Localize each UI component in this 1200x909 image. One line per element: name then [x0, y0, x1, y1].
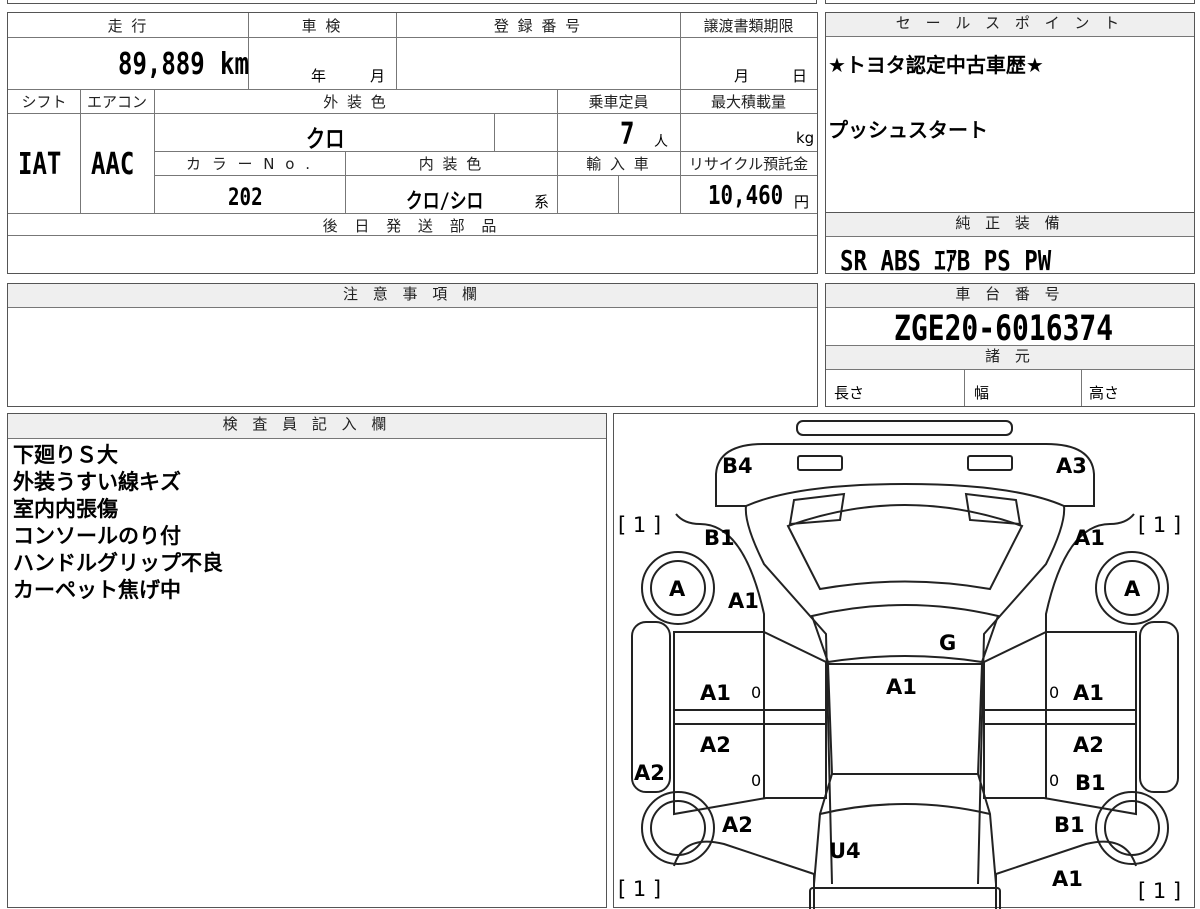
sales-points-label: セ ー ル ス ポ イ ン ト — [826, 13, 1194, 37]
mark-zero-rl: 0 — [751, 771, 761, 790]
recycle-value: 10,460 — [708, 181, 784, 211]
car-diagram-block: B4 A3 [ 1 ] [ 1 ] B1 A1 A A A1 G A1 A1 0… — [613, 413, 1195, 909]
sales-points-block: セ ー ル ス ポ イ ン ト ★トヨタ認定中古車歴★ プッシュスタート — [825, 12, 1195, 213]
equipment-value: SR ABS ｴｱB PS PW — [840, 244, 1052, 277]
inspector-line: カーペット焦げ中 — [13, 578, 181, 602]
mark-u4-rear: U4 — [829, 839, 861, 863]
chassis-number: ZGE20-6016374 — [894, 309, 1114, 349]
mark-tire-fr: [ 1 ] — [1138, 513, 1181, 537]
mark-wheel-r: A — [1124, 577, 1141, 601]
inspector-label: 検 査 員 記 入 欄 — [8, 414, 606, 439]
inspector-line: 下廻りＳ大 — [13, 443, 118, 467]
inspection-year: 年 — [311, 67, 327, 85]
mark-a1-door-fr: A1 — [1073, 681, 1104, 705]
capacity-unit: 人 — [654, 134, 668, 150]
mark-tire-rl: [ 1 ] — [618, 877, 661, 901]
capacity-label: 乗車定員 — [588, 93, 649, 111]
mileage-number: 89,889 — [118, 47, 205, 82]
mark-a1-rear-r: A1 — [1052, 867, 1083, 891]
interior-color-value: クロ/シロ — [406, 189, 484, 213]
chassis-block: 車 台 番 号 ZGE20-6016374 諸 元 長さ 幅 高さ — [825, 283, 1195, 407]
mark-b1-door-rr: B1 — [1075, 771, 1106, 795]
mark-tire-rr: [ 1 ] — [1138, 879, 1181, 903]
inspector-line: 室内内張傷 — [13, 497, 118, 521]
ac-value: AAC — [91, 147, 135, 182]
transfer-month: 月 — [734, 67, 750, 85]
capacity-value: 7 — [620, 117, 635, 152]
mark-a1-fender-r: A1 — [1074, 526, 1105, 550]
mileage-unit: km — [220, 47, 249, 82]
max-load-unit: kg — [796, 129, 815, 147]
vehicle-info-block: 走 行 車 検 登 録 番 号 譲渡書類期限 89,889 km 年 月 月 日… — [7, 12, 818, 274]
shift-label: シフト — [21, 93, 67, 111]
sales-point-line1: ★トヨタ認定中古車歴★ — [828, 53, 1044, 77]
mark-tire-fl: [ 1 ] — [618, 513, 661, 537]
mark-a1-door-fl: A1 — [700, 681, 731, 705]
mark-a2-sill-l: A2 — [634, 761, 665, 785]
equipment-block: 純 正 装 備 SR ABS ｴｱB PS PW — [825, 212, 1195, 277]
top-strip — [7, 0, 817, 4]
ac-label: エアコン — [86, 93, 147, 111]
mileage-label: 走 行 — [107, 17, 149, 35]
mark-a3: A3 — [1056, 454, 1087, 478]
interior-color-label: 内 装 色 — [418, 155, 484, 173]
car-diagram: B4 A3 [ 1 ] [ 1 ] B1 A1 A A A1 G A1 A1 0… — [618, 420, 1181, 909]
mark-a2-door-rl: A2 — [700, 733, 731, 757]
inspector-block: 検 査 員 記 入 欄 下廻りＳ大 外装うすい線キズ 室内内張傷 コンソールのり… — [7, 413, 607, 908]
mark-g-windshield: G — [939, 631, 956, 655]
mark-a1-pillar-l: A1 — [728, 589, 759, 613]
exterior-color-label: 外 装 色 — [323, 93, 388, 111]
later-parts-label: 後 日 発 送 部 品 — [322, 217, 503, 235]
import-label: 輸 入 車 — [586, 155, 651, 173]
max-load-label: 最大積載量 — [710, 93, 786, 111]
mark-zero-fl: 0 — [751, 683, 761, 702]
mark-b4: B4 — [722, 454, 753, 478]
inspection-month: 月 — [370, 67, 386, 85]
width-label: 幅 — [974, 384, 990, 402]
mark-a1-roof: A1 — [886, 675, 917, 699]
shift-value: IAT — [18, 147, 62, 182]
equipment-label: 純 正 装 備 — [826, 213, 1194, 237]
specs-label: 諸 元 — [826, 346, 1194, 370]
inspector-line: ハンドルグリップ不良 — [13, 551, 223, 575]
mark-b1-fender-l: B1 — [704, 526, 735, 550]
height-label: 高さ — [1089, 384, 1120, 402]
transfer-deadline-label: 譲渡書類期限 — [703, 17, 794, 35]
registration-label: 登 録 番 号 — [493, 17, 583, 35]
inspector-notes: 下廻りＳ大 外装うすい線キズ 室内内張傷 コンソールのり付 ハンドルグリップ不良… — [13, 442, 223, 604]
mark-wheel-l: A — [669, 577, 686, 601]
top-strip-right — [825, 0, 1195, 4]
mark-a2-door-rr: A2 — [1073, 733, 1104, 757]
chassis-label: 車 台 番 号 — [826, 284, 1194, 308]
interior-color-suffix: 系 — [534, 193, 550, 211]
mark-zero-fr: 0 — [1049, 683, 1059, 702]
mark-a2-qtr-l: A2 — [722, 813, 753, 837]
transfer-day: 日 — [792, 67, 808, 85]
inspector-line: コンソールのり付 — [13, 524, 181, 548]
mark-zero-rr: 0 — [1049, 771, 1059, 790]
exterior-color-value: クロ — [306, 125, 345, 153]
color-no-value: 202 — [228, 183, 263, 211]
inspection-label: 車 検 — [301, 17, 343, 35]
notes-block: 注 意 事 項 欄 — [7, 283, 818, 407]
color-no-label: カ ラ ー N o . — [185, 155, 313, 173]
length-label: 長さ — [834, 384, 865, 402]
inspector-line: 外装うすい線キズ — [13, 470, 181, 494]
recycle-label: リサイクル預託金 — [688, 155, 809, 173]
notes-label: 注 意 事 項 欄 — [8, 284, 817, 308]
mark-b1-qtr-r: B1 — [1054, 813, 1085, 837]
sales-point-line2: プッシュスタート — [828, 118, 988, 142]
recycle-unit: 円 — [794, 193, 810, 211]
